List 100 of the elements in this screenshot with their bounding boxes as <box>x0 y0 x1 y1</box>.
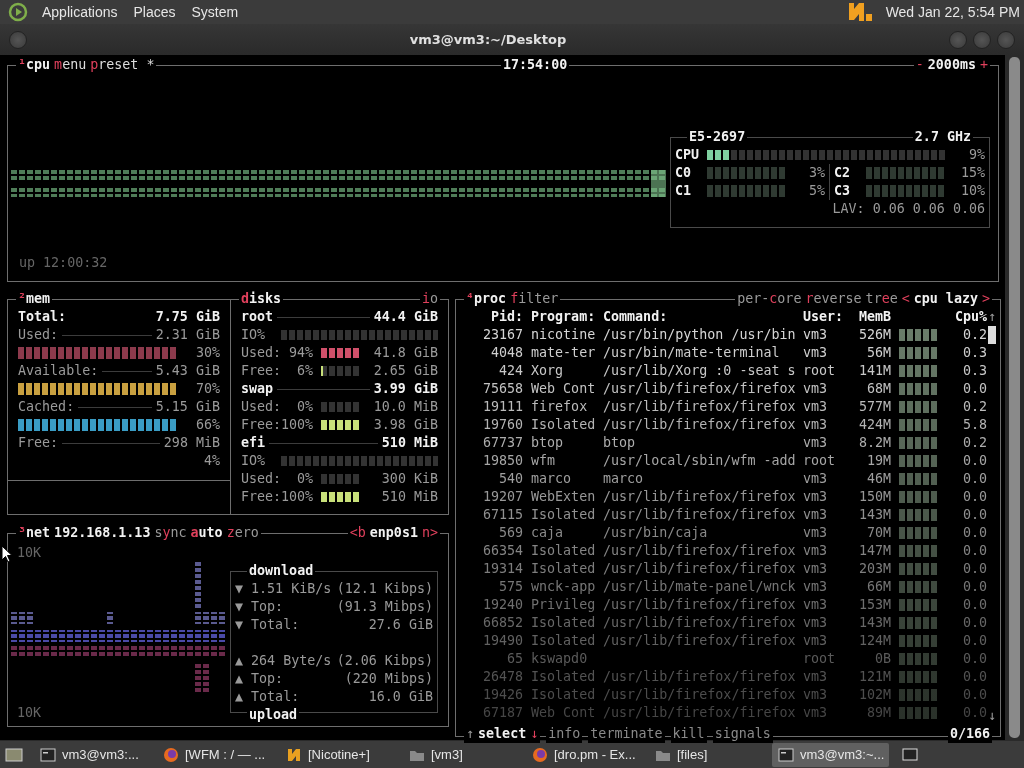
cpu-mini-graph <box>899 599 939 611</box>
program-name: Isolated <box>531 542 595 560</box>
cpu-mini-graph <box>899 689 939 701</box>
traffic-value: (12.1 Kibps) <box>336 580 433 598</box>
process-id: 19314 <box>483 560 523 578</box>
user-header[interactable]: User: <box>803 308 843 326</box>
process-id: 569 <box>497 524 523 542</box>
program-name: kswapd0 <box>531 650 589 668</box>
minimize-button[interactable] <box>949 30 967 49</box>
window-menu-button[interactable] <box>9 30 27 49</box>
command-line: /usr/lib/mate-panel/wnck <box>603 578 795 596</box>
taskbar-item[interactable]: [WFM : / — ... <box>157 742 274 767</box>
globe-icon <box>532 746 548 763</box>
menu-item[interactable]: Applications <box>40 4 120 20</box>
program-name: Isolated <box>531 668 595 686</box>
usage-value: 41.8 GiB <box>373 344 438 362</box>
cpu-usage: 0.0 <box>961 704 987 722</box>
taskbar-item[interactable]: vm3@vm3:~... <box>772 742 889 767</box>
action-label[interactable]: kill <box>670 725 707 743</box>
cpu-usage: 0.0 <box>961 578 987 596</box>
cpu-usage: 0.0 <box>961 650 987 668</box>
menu-option[interactable]: preset * <box>88 56 157 74</box>
direction-arrow: ▲ <box>235 652 244 670</box>
user-name: vm3 <box>803 578 829 596</box>
taskbar-item[interactable]: [Nicotine+] <box>280 742 397 767</box>
scroll-thumb[interactable] <box>988 326 996 344</box>
usage-label: Free: <box>241 416 281 434</box>
command-line: /usr/lib/firefox/firefox <box>603 614 795 632</box>
traffic-label: Total: <box>251 616 300 634</box>
program-name: wnck-app <box>531 578 595 596</box>
panel-title[interactable]: ¹cpu <box>16 56 53 74</box>
usage-label: Used: <box>241 470 281 488</box>
pid-header[interactable]: Pid: <box>483 308 523 326</box>
cpu-usage: 0.0 <box>961 380 987 398</box>
disk-size: 44.4 GiB <box>373 308 438 326</box>
memory-value: 5.15 GiB <box>155 398 220 416</box>
memory-label: Total: <box>18 308 67 326</box>
load-average: LAV: 0.06 0.06 0.06 <box>832 200 985 218</box>
cpu-header[interactable]: Cpu% <box>947 308 987 326</box>
meter <box>321 474 361 484</box>
taskbar-item[interactable]: vm3@vm3:... <box>34 742 151 767</box>
menu-logo-icon <box>8 2 28 22</box>
command-line: /usr/bin/mate-terminal <box>603 344 781 362</box>
process-id: 19490 <box>483 632 523 650</box>
process-id: 66354 <box>483 542 523 560</box>
action-label[interactable]: terminate <box>588 725 665 743</box>
cpu-label: CPU <box>675 146 700 164</box>
usage-value: 2.65 GiB <box>373 362 438 380</box>
user-name: vm3 <box>803 560 829 578</box>
memory-percent: 4% <box>203 452 220 470</box>
process-id: 65 <box>505 650 523 668</box>
command-header[interactable]: Command: <box>603 308 795 326</box>
menu-item[interactable]: System <box>189 4 241 20</box>
user-name: vm3 <box>803 614 829 632</box>
memory-header[interactable]: MemB <box>851 308 891 326</box>
usage-label: Free: <box>241 488 281 506</box>
close-button[interactable] <box>997 30 1015 49</box>
action-label[interactable]: signals <box>712 725 773 743</box>
direction-arrow: ▼ <box>235 616 244 634</box>
panel-title[interactable]: ⁴ proc <box>464 290 509 308</box>
process-id: 19426 <box>483 686 523 704</box>
cpu-percent: 9% <box>968 146 985 164</box>
maximize-button[interactable] <box>973 30 991 49</box>
scrollbar[interactable] <box>1005 55 1024 740</box>
terminal-icon <box>40 746 56 763</box>
menu-item[interactable]: Places <box>131 4 178 20</box>
memory-usage: 68M <box>865 380 891 398</box>
cpu-mini-graph <box>899 581 939 593</box>
command-line: btop <box>603 434 637 452</box>
usage-label: Used: <box>241 398 281 416</box>
user-name: vm3 <box>803 488 829 506</box>
scroll-down-arrow[interactable]: ↓ <box>988 707 996 725</box>
user-name: vm3 <box>803 434 829 452</box>
program-header[interactable]: Program: <box>531 308 595 326</box>
app-icon <box>286 746 302 763</box>
program-name: Isolated <box>531 686 595 704</box>
select-label[interactable]: select <box>476 725 529 743</box>
usage-label: Free: <box>241 362 281 380</box>
user-name: vm3 <box>803 704 829 722</box>
memory-usage: 56M <box>865 344 891 362</box>
memory-usage: 102M <box>857 686 891 704</box>
traffic-value: (220 Mibps) <box>344 670 433 688</box>
memory-label: Available: <box>18 362 99 380</box>
command-line: /usr/lib/firefox/firefox <box>603 488 795 506</box>
action-label[interactable]: info <box>546 725 583 743</box>
taskbar-item[interactable]: [dro.pm - Ex... <box>526 742 643 767</box>
program-name: Web Cont <box>531 704 595 722</box>
cpu-usage: 5.8 <box>961 416 987 434</box>
program-name: nicotine <box>531 326 595 344</box>
taskbar-item[interactable]: [vm3] <box>403 742 520 767</box>
cpu-usage: 0.0 <box>961 488 987 506</box>
program-name: btop <box>531 434 565 452</box>
cpu-mini-graph <box>899 383 939 395</box>
command-line: /usr/lib/firefox/firefox <box>603 668 795 686</box>
memory-percent: 66% <box>195 416 220 434</box>
program-name: Xorg <box>531 362 565 380</box>
scroll-up-arrow[interactable]: ↑ <box>988 308 996 326</box>
user-name: vm3 <box>803 542 829 560</box>
cpu-mini-graph <box>899 329 939 341</box>
taskbar-item[interactable]: [files] <box>649 742 766 767</box>
